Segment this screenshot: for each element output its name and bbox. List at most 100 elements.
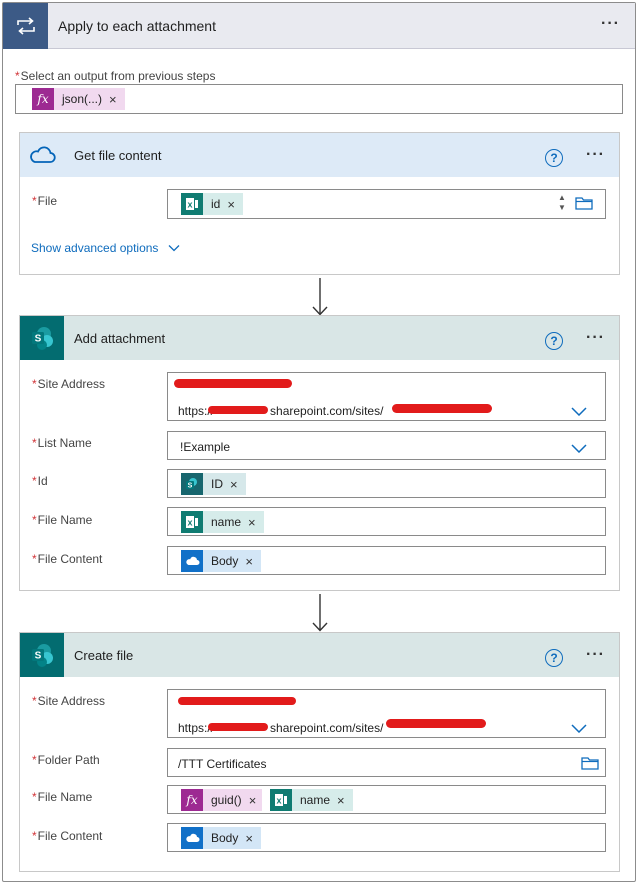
sharepoint-icon: S <box>20 633 64 677</box>
svg-text:x: x <box>187 200 192 210</box>
loop-header[interactable]: Apply to each attachment ··· <box>3 3 635 49</box>
loop-more-options-button[interactable]: ··· <box>601 15 620 33</box>
spinner-arrows-icon[interactable]: ▲ ▼ <box>558 193 566 213</box>
folder-path-value: /TTT Certificates <box>178 757 267 771</box>
id-field[interactable]: S ID × <box>167 469 606 498</box>
get-file-content-header[interactable]: Get file content ? ··· <box>20 133 619 177</box>
token-name: x name × <box>270 789 353 811</box>
required-star: * <box>32 474 37 488</box>
excel-icon: x <box>181 511 203 533</box>
create-file-card: S Create file ? ··· *Site Address https:… <box>19 632 620 872</box>
site-address-label: *Site Address <box>32 694 106 708</box>
file-content-field[interactable]: Body × <box>167 823 606 852</box>
file-label: *File <box>32 194 58 208</box>
file-content-label: *File Content <box>32 829 103 843</box>
site-address-label: *Site Address <box>32 377 106 391</box>
svg-text:x: x <box>276 796 281 806</box>
help-icon[interactable]: ? <box>545 149 563 167</box>
remove-token-button[interactable]: × <box>337 793 345 808</box>
site-address-field[interactable]: https://sharepoint.com/sites/ <box>167 689 606 738</box>
remove-token-button[interactable]: × <box>227 197 235 212</box>
loop-title: Apply to each attachment <box>58 18 216 34</box>
required-star: * <box>32 790 37 804</box>
required-star: * <box>32 377 37 391</box>
chevron-down-icon <box>168 245 180 252</box>
token-id: x id × <box>181 193 243 215</box>
remove-token-button[interactable]: × <box>248 515 256 530</box>
file-content-field[interactable]: Body × <box>167 546 606 575</box>
required-star: * <box>15 69 20 83</box>
excel-icon: x <box>181 193 203 215</box>
get-file-more-options-button[interactable]: ··· <box>586 146 605 164</box>
required-star: * <box>32 513 37 527</box>
redaction-mark <box>386 719 486 728</box>
required-star: * <box>32 436 37 450</box>
svg-text:S: S <box>188 483 193 490</box>
select-output-label: *Select an output from previous steps <box>15 69 216 83</box>
remove-token-button[interactable]: × <box>249 793 257 808</box>
show-advanced-options-link[interactable]: Show advanced options <box>31 241 180 255</box>
onedrive-icon <box>181 827 203 849</box>
token-body: Body × <box>181 827 261 849</box>
required-star: * <box>32 753 37 767</box>
expression-icon: fx <box>32 88 54 110</box>
id-label: *Id <box>32 474 48 488</box>
redaction-mark <box>208 406 268 414</box>
sharepoint-icon: S <box>20 316 64 360</box>
connector-arrow-icon <box>310 592 330 637</box>
file-name-field[interactable]: x name × <box>167 507 606 536</box>
get-file-content-card: Get file content ? ··· *File x id × ▲ ▼ S… <box>19 132 620 275</box>
add-attachment-header[interactable]: S Add attachment ? ··· <box>20 316 619 360</box>
apply-to-each-container: Apply to each attachment ··· *Select an … <box>2 2 636 882</box>
get-file-content-title: Get file content <box>74 148 162 163</box>
add-attachment-more-options-button[interactable]: ··· <box>586 329 605 347</box>
required-star: * <box>32 829 37 843</box>
token-body: Body × <box>181 550 261 572</box>
token-json: fx json(...) × <box>32 88 125 110</box>
token-name: x name × <box>181 511 264 533</box>
required-star: * <box>32 194 37 208</box>
chevron-down-icon[interactable] <box>571 405 587 419</box>
list-name-value: !Example <box>180 440 231 454</box>
chevron-down-icon[interactable] <box>571 442 587 456</box>
help-icon[interactable]: ? <box>545 332 563 350</box>
folder-path-label: *Folder Path <box>32 753 100 767</box>
add-attachment-title: Add attachment <box>74 331 166 346</box>
folder-path-field[interactable]: /TTT Certificates <box>167 748 606 777</box>
site-address-field[interactable]: https://sharepoint.com/sites/ <box>167 372 606 421</box>
redaction-mark <box>174 379 292 388</box>
create-file-title: Create file <box>74 648 134 663</box>
create-file-more-options-button[interactable]: ··· <box>586 646 605 664</box>
sharepoint-icon: S <box>181 473 203 495</box>
required-star: * <box>32 694 37 708</box>
redaction-mark <box>392 404 492 413</box>
redaction-mark <box>208 723 268 731</box>
redaction-mark <box>178 697 296 705</box>
file-name-field[interactable]: fx guid() × x name × <box>167 785 606 814</box>
file-name-label: *File Name <box>32 790 93 804</box>
chevron-down-icon[interactable] <box>571 722 587 736</box>
expression-icon: fx <box>181 789 203 811</box>
list-name-dropdown[interactable]: !Example <box>167 431 606 460</box>
create-file-header[interactable]: S Create file ? ··· <box>20 633 619 677</box>
token-guid: fx guid() × <box>181 789 263 811</box>
svg-text:S: S <box>35 334 42 345</box>
remove-token-button[interactable]: × <box>230 477 238 492</box>
file-content-label: *File Content <box>32 552 103 566</box>
folder-icon[interactable] <box>575 196 593 213</box>
remove-token-button[interactable]: × <box>245 554 253 569</box>
list-name-label: *List Name <box>32 436 92 450</box>
help-icon[interactable]: ? <box>545 649 563 667</box>
file-field[interactable]: x id × ▲ ▼ <box>167 189 606 219</box>
required-star: * <box>32 552 37 566</box>
add-attachment-card: S Add attachment ? ··· *Site Address htt… <box>19 315 620 591</box>
token-ID: S ID × <box>181 473 246 495</box>
remove-token-button[interactable]: × <box>109 92 117 107</box>
select-output-field[interactable]: fx json(...) × <box>15 84 623 114</box>
onedrive-icon <box>181 550 203 572</box>
remove-token-button[interactable]: × <box>245 831 253 846</box>
excel-icon: x <box>270 789 292 811</box>
loop-icon <box>3 3 48 49</box>
svg-text:S: S <box>35 651 42 662</box>
folder-icon[interactable] <box>581 756 599 773</box>
